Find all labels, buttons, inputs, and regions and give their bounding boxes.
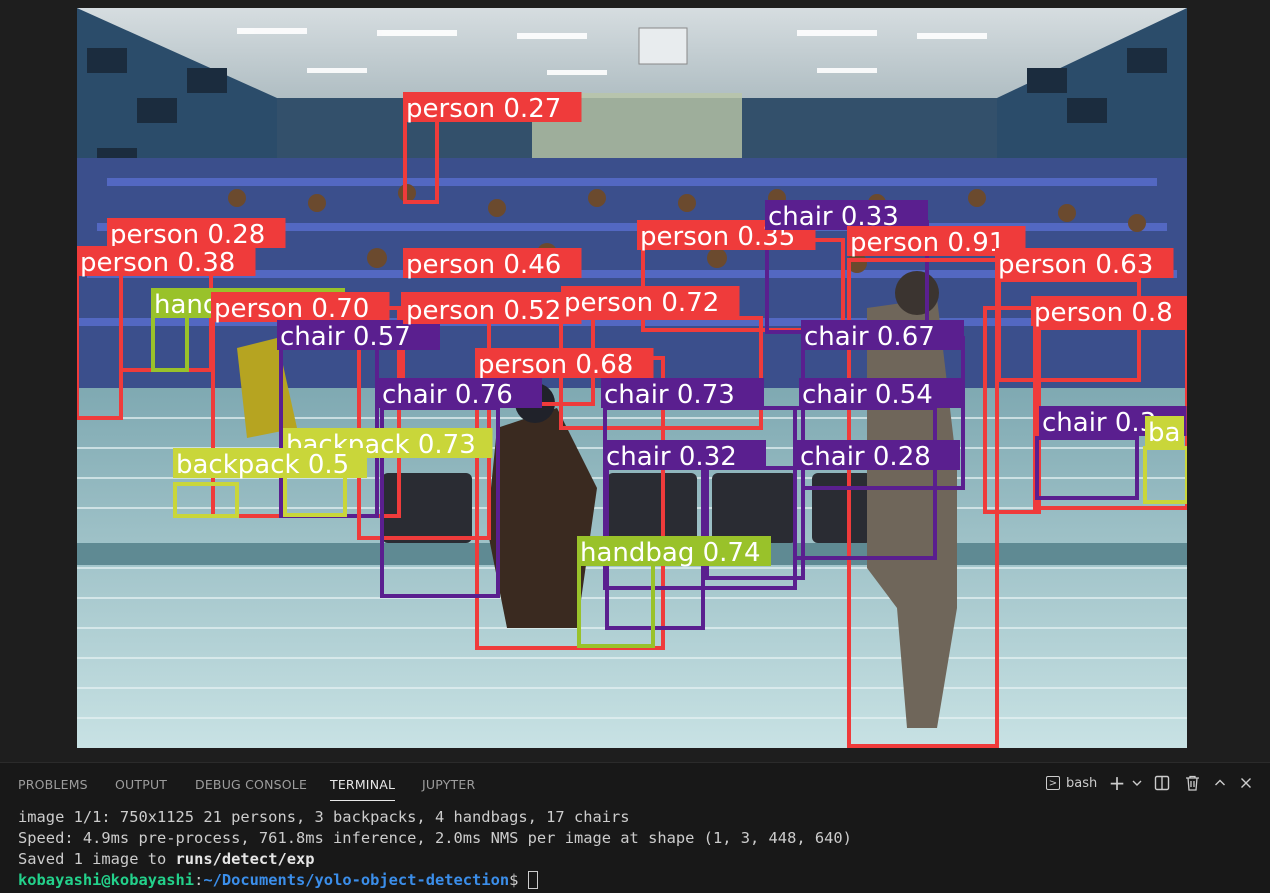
terminal-line: image 1/1: 750x1125 21 persons, 3 backpa…	[18, 808, 630, 826]
detection-label-text: handbag 0.74	[580, 538, 761, 568]
detection-label: person 0.70	[211, 292, 390, 324]
detection-label-text: person 0.52	[406, 296, 561, 326]
auditorium-photo: person 0.27 person 0.28person 0.38 handbag…	[77, 8, 1187, 748]
chevron-up-icon[interactable]	[1206, 771, 1234, 795]
tab-output[interactable]: OUTPUT	[115, 777, 167, 792]
tab-problems[interactable]: PROBLEMS	[18, 777, 88, 792]
add-icon[interactable]: +	[1106, 771, 1128, 795]
detection-label: chair 0.28	[797, 440, 960, 472]
detection-label-text: ba	[1148, 418, 1180, 448]
terminal-output[interactable]: image 1/1: 750x1125 21 persons, 3 backpa…	[18, 807, 1260, 891]
detection-label: chair 0.32	[603, 440, 766, 472]
detection-label: chair 0.73	[601, 378, 764, 410]
detection-label-text: person 0.91	[850, 228, 1005, 258]
detection-label-text: chair 0.67	[804, 322, 935, 352]
close-icon[interactable]	[1234, 771, 1258, 795]
detection-label: person 0.52	[403, 294, 582, 326]
detection-label: chair 0.76	[379, 378, 542, 410]
detection-label-text: chair 0.76	[382, 380, 513, 410]
detection-label-text: person 0.8	[1034, 298, 1173, 328]
terminal-line: Saved 1 image to runs/detect/exp	[18, 849, 1260, 870]
detection-label: person 0.8	[1031, 296, 1187, 328]
detection-label-text: person 0.63	[998, 250, 1153, 280]
detection-label-text: chair 0.3	[1042, 408, 1156, 438]
terminal-prompt[interactable]: kobayashi@kobayashi:~/Documents/yolo-obj…	[18, 870, 1260, 891]
terminal-line: Speed: 4.9ms pre-process, 761.8ms infere…	[18, 829, 852, 847]
detection-label-text: chair 0.57	[280, 322, 411, 352]
detection-label-text: person 0.72	[564, 288, 719, 318]
detection-label: person 0.46	[403, 248, 582, 280]
tab-debug-console[interactable]: DEBUG CONSOLE	[195, 777, 307, 792]
prompt-user: kobayashi@kobayashi	[18, 871, 195, 889]
detection-label: handbag 0.74	[577, 536, 771, 568]
detection-label-text: person 0.38	[80, 248, 235, 278]
detection-label: person 0.68	[475, 348, 654, 380]
detection-label-text: chair 0.73	[604, 380, 735, 410]
detection-label: backpack 0.5	[173, 448, 367, 480]
detection-label: chair 0.67	[801, 320, 964, 352]
image-viewer: person 0.27 person 0.28person 0.38 handbag…	[0, 0, 1270, 762]
prompt-symbol: $	[509, 871, 528, 889]
detection-label: person 0.28	[107, 218, 286, 250]
split-icon[interactable]	[1146, 771, 1178, 795]
chevron-down-icon[interactable]	[1128, 771, 1146, 795]
detection-label-text: person 0.27	[406, 94, 561, 124]
saved-text: Saved 1 image to	[18, 850, 176, 868]
detection-label-text: person 0.70	[214, 294, 369, 324]
prompt-path: ~/Documents/yolo-object-detection	[203, 871, 510, 889]
detection-label-text: backpack 0.5	[176, 450, 349, 480]
detection-label: chair 0.54	[799, 378, 962, 410]
detection-label-text: person 0.28	[110, 220, 265, 250]
terminal-cursor	[527, 871, 538, 889]
detection-label: person 0.63	[995, 248, 1174, 280]
bottom-panel: PROBLEMS OUTPUT DEBUG CONSOLE TERMINAL J…	[0, 762, 1270, 893]
detection-label: ba	[1145, 416, 1184, 448]
panel-tab-bar: PROBLEMS OUTPUT DEBUG CONSOLE TERMINAL J…	[0, 763, 1270, 803]
tab-terminal[interactable]: TERMINAL	[330, 777, 396, 801]
detection-result-image: person 0.27 person 0.28person 0.38 handbag…	[77, 8, 1187, 748]
tab-jupyter[interactable]: JUPYTER	[422, 777, 475, 792]
detection-label: person 0.38	[77, 246, 256, 278]
detection-label-text: chair 0.28	[800, 442, 931, 472]
panel-actions: > bash +	[1046, 771, 1258, 795]
shell-selector[interactable]: > bash	[1046, 771, 1106, 795]
saved-path: runs/detect/exp	[175, 850, 315, 868]
detection-label-text: person 0.46	[406, 250, 561, 280]
detection-label: person 0.72	[561, 286, 740, 318]
detection-label: person 0.27	[403, 92, 582, 124]
prompt-separator: :	[194, 871, 204, 889]
detection-label-text: person 0.68	[478, 350, 633, 380]
trash-icon[interactable]	[1178, 771, 1206, 795]
detection-label-text: chair 0.54	[802, 380, 933, 410]
detection-label-text: chair 0.32	[606, 442, 737, 472]
terminal-icon: >	[1046, 776, 1060, 790]
shell-label: bash	[1066, 775, 1098, 791]
